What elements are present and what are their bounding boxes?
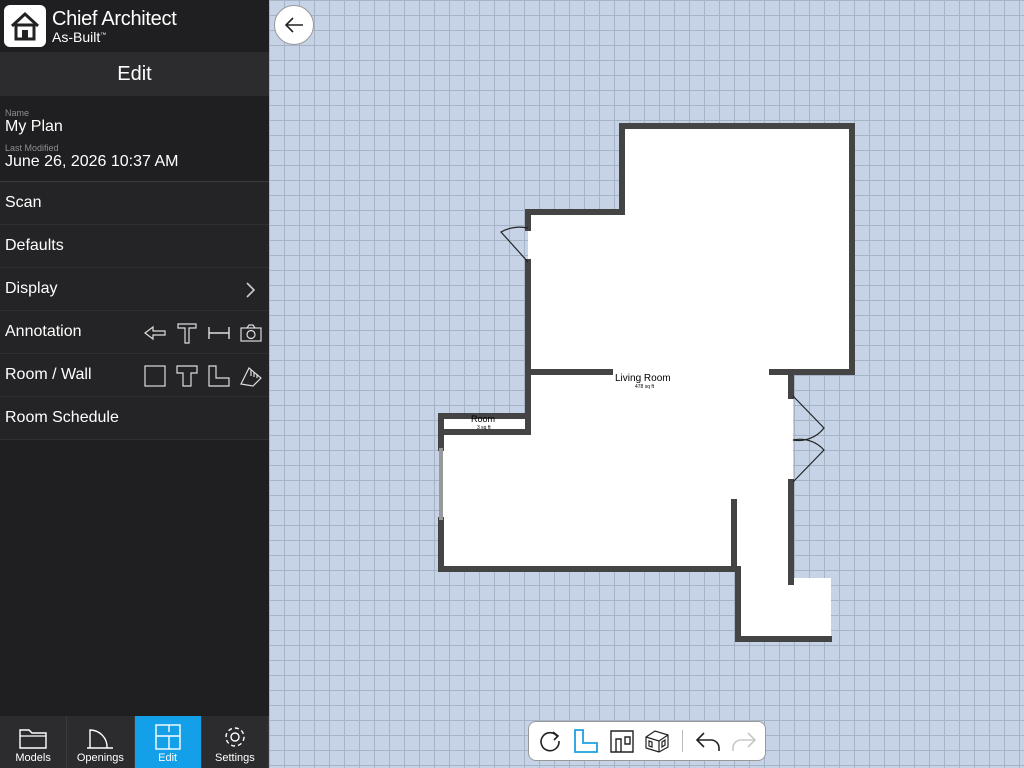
hand-draw-room-icon[interactable] bbox=[239, 364, 263, 388]
rotate-icon bbox=[540, 731, 560, 752]
last-modified-value: June 26, 2026 10:37 AM bbox=[5, 153, 179, 170]
arrow-annotation-icon[interactable] bbox=[143, 321, 167, 345]
tab-openings[interactable]: Openings bbox=[67, 716, 135, 768]
rotate-button[interactable] bbox=[535, 726, 565, 756]
last-modified-field: Last Modified June 26, 2026 10:37 AM bbox=[0, 136, 269, 181]
menu-item-label: Room / Wall bbox=[5, 366, 92, 383]
3d-house-icon bbox=[645, 730, 669, 753]
menu-item-annotation: Annotation bbox=[0, 311, 269, 354]
menu-item-defaults[interactable]: Defaults bbox=[0, 225, 269, 268]
menu-item-label: Display bbox=[5, 280, 58, 297]
plan-name-label: Name bbox=[5, 108, 30, 118]
room-label-room[interactable]: Room bbox=[471, 414, 495, 424]
menu-item-scan[interactable]: Scan bbox=[0, 182, 269, 225]
tab-bar: Models Openings Edit Settings bbox=[0, 716, 269, 768]
dimension-icon[interactable] bbox=[207, 321, 231, 345]
elevation-view-button[interactable] bbox=[607, 726, 637, 756]
l-room-icon[interactable] bbox=[207, 364, 231, 388]
undo-icon bbox=[696, 732, 721, 751]
tab-label: Openings bbox=[76, 752, 124, 764]
menu-item-room-schedule[interactable]: Room Schedule bbox=[0, 397, 269, 440]
room-label-living-room[interactable]: Living Room bbox=[615, 373, 671, 384]
sidebar: Chief Architect As-Built™ Edit Name My P… bbox=[0, 0, 269, 768]
3d-view-button[interactable] bbox=[642, 726, 672, 756]
menu-item-label: Defaults bbox=[5, 237, 64, 254]
menu-item-label: Scan bbox=[5, 194, 42, 211]
double-door-swing[interactable] bbox=[792, 395, 825, 442]
redo-icon bbox=[732, 732, 757, 751]
menu-item-room-wall: Room / Wall bbox=[0, 354, 269, 397]
camera-icon[interactable] bbox=[239, 321, 263, 345]
text-annotation-icon[interactable] bbox=[175, 321, 199, 345]
folder-icon bbox=[19, 729, 47, 749]
menu-item-display[interactable]: Display bbox=[0, 268, 269, 311]
tab-settings[interactable]: Settings bbox=[202, 716, 269, 768]
t-room-icon[interactable] bbox=[175, 364, 199, 388]
menu-item-label: Room Schedule bbox=[5, 409, 119, 426]
floorplan-icon bbox=[154, 724, 181, 750]
square-room-icon[interactable] bbox=[143, 364, 167, 388]
plan-view-button[interactable] bbox=[571, 726, 601, 756]
back-button[interactable] bbox=[274, 5, 314, 45]
arrow-left-icon bbox=[284, 17, 303, 33]
chevron-right-icon bbox=[239, 278, 263, 302]
plan-view-icon bbox=[573, 729, 598, 753]
brand-title: Chief Architect bbox=[52, 7, 177, 30]
undo-button[interactable] bbox=[693, 726, 723, 756]
tab-label: Models bbox=[15, 752, 51, 764]
plan-name-field[interactable]: Name My Plan bbox=[0, 96, 269, 136]
elevation-view-icon bbox=[609, 730, 634, 753]
brand-header: Chief Architect As-Built™ bbox=[0, 0, 269, 52]
room-area-room: 3 sq ft bbox=[477, 425, 491, 431]
tab-label: Edit bbox=[158, 752, 178, 764]
last-modified-label: Last Modified bbox=[5, 143, 59, 153]
gear-icon bbox=[225, 727, 245, 747]
plan-name-value[interactable]: My Plan bbox=[5, 118, 269, 136]
tab-models[interactable]: Models bbox=[0, 716, 68, 768]
door-arc-icon bbox=[87, 729, 114, 749]
panel-title: Edit bbox=[0, 52, 269, 96]
room-area-living-room: 478 sq ft bbox=[635, 384, 655, 390]
tab-label: Settings bbox=[215, 752, 255, 764]
bottom-toolbar bbox=[528, 721, 766, 761]
house-logo-icon bbox=[4, 5, 46, 47]
tab-edit[interactable]: Edit bbox=[134, 716, 202, 768]
brand-subtitle: As-Built™ bbox=[52, 28, 107, 45]
menu-item-label: Annotation bbox=[5, 323, 82, 340]
door-swing[interactable] bbox=[500, 226, 529, 263]
floor-plan-canvas[interactable]: Living Room 478 sq ft Room 3 sq ft bbox=[269, 0, 1024, 768]
redo-button[interactable] bbox=[729, 726, 759, 756]
